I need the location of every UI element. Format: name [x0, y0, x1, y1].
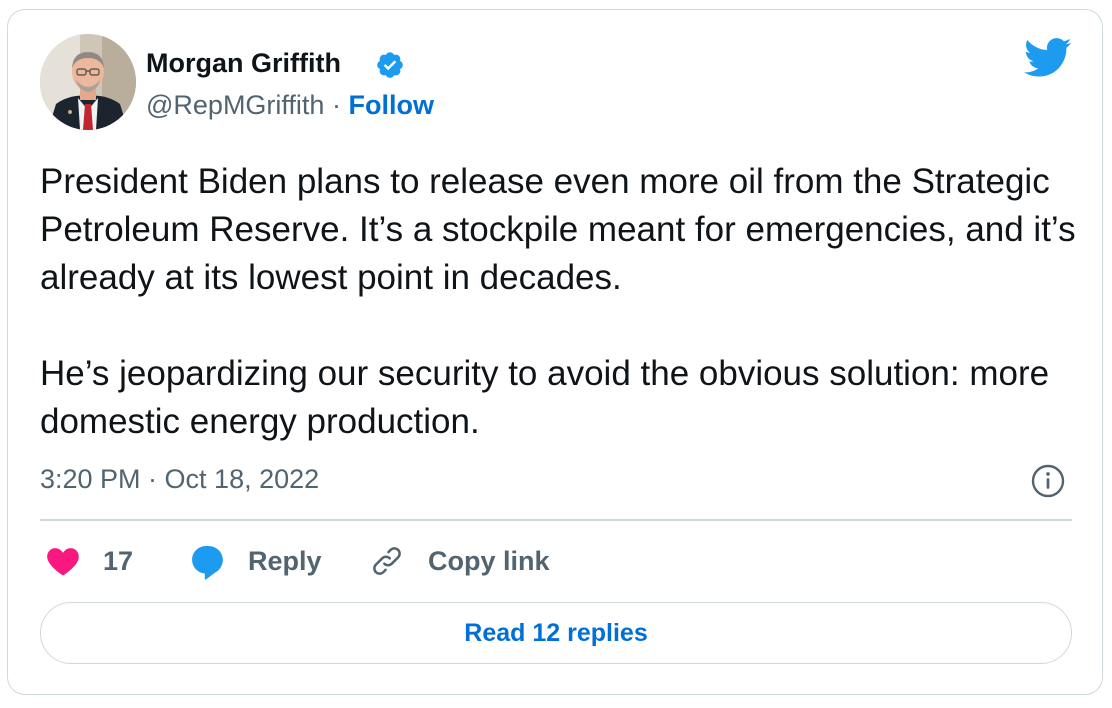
reply-button[interactable]: Reply	[188, 540, 322, 582]
separator-dot: ·	[331, 90, 341, 120]
divider	[40, 519, 1072, 521]
reply-label: Reply	[248, 545, 322, 576]
avatar-photo	[40, 34, 136, 130]
like-count: 17	[103, 545, 134, 576]
author-name[interactable]: Morgan Griffith	[146, 46, 341, 80]
verified-badge-icon	[377, 52, 403, 78]
follow-button[interactable]: Follow	[348, 90, 433, 120]
handle-line: @RepMGriffith · Follow	[146, 88, 434, 122]
read-replies-label: Read 12 replies	[464, 618, 648, 647]
author-handle[interactable]: @RepMGriffith	[146, 90, 324, 120]
info-icon[interactable]	[1030, 463, 1066, 499]
copy-link-button[interactable]: Copy link	[368, 540, 550, 582]
tweet-embed-card: Morgan Griffith @RepMGriffith · Follow P…	[7, 9, 1103, 695]
tweet-timestamp[interactable]: 3:20 PM · Oct 18, 2022	[40, 462, 319, 496]
link-icon	[373, 547, 401, 575]
speech-bubble-icon	[192, 545, 223, 580]
twitter-bird-icon[interactable]	[1024, 38, 1072, 78]
like-button[interactable]: 17	[46, 540, 133, 582]
read-replies-button[interactable]: Read 12 replies	[40, 602, 1072, 664]
avatar[interactable]	[40, 34, 136, 130]
heart-icon	[47, 548, 79, 576]
tweet-text: President Biden plans to release even mo…	[40, 162, 1076, 441]
copy-link-label: Copy link	[428, 545, 550, 576]
